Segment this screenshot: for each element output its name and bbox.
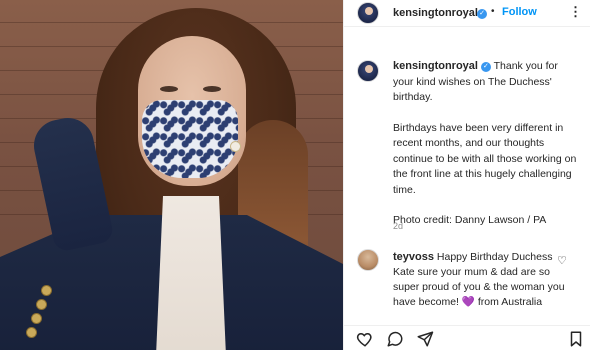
face-mask — [142, 100, 238, 178]
comment-icon[interactable] — [386, 330, 404, 348]
commenter-avatar[interactable] — [357, 249, 379, 271]
caption-avatar[interactable] — [357, 60, 379, 82]
header-separator: • — [491, 6, 495, 17]
pearl-earring — [231, 142, 240, 151]
comment-like-icon[interactable]: ♡ — [557, 254, 567, 267]
comment-username[interactable]: teyvoss — [393, 251, 434, 263]
verified-badge-icon: ✓ — [480, 62, 491, 72]
caption-line-3: Photo credit: Danny Lawson / PA — [393, 214, 547, 226]
post-photo[interactable] — [0, 0, 343, 350]
heart-icon[interactable] — [356, 330, 374, 348]
post-side-panel: kensingtonroyal ✓ • Follow ⋮ kensingtonr… — [343, 0, 590, 350]
post-caption: kensingtonroyal ✓ Thank you for your kin… — [393, 59, 581, 229]
caption-line-2: Birthdays have been very different in re… — [393, 121, 577, 196]
comment-item: teyvoss Happy Birthday Duchess Kate sure… — [393, 250, 571, 310]
account-avatar[interactable] — [357, 2, 379, 24]
post-header: kensingtonroyal ✓ • Follow ⋮ — [344, 0, 590, 27]
caption-username[interactable]: kensingtonroyal — [393, 60, 478, 72]
post-action-bar — [344, 325, 590, 350]
right-eye — [203, 86, 221, 92]
cream-sweater — [156, 196, 226, 350]
more-options-icon[interactable]: ⋮ — [569, 4, 582, 20]
post-timestamp[interactable]: 2d — [393, 221, 403, 231]
left-eye — [160, 86, 178, 92]
header-username[interactable]: kensingtonroyal — [393, 7, 478, 19]
follow-button[interactable]: Follow — [502, 6, 537, 18]
bookmark-icon[interactable] — [567, 330, 585, 348]
coat-button — [27, 328, 36, 337]
verified-badge-icon: ✓ — [477, 9, 487, 19]
coat-button — [42, 286, 51, 295]
coat-button — [32, 314, 41, 323]
purple-heart-emoji: 💜 — [461, 296, 475, 308]
coat-button — [37, 300, 46, 309]
share-icon[interactable] — [416, 330, 434, 348]
comment-text-after: from Australia — [477, 296, 543, 308]
